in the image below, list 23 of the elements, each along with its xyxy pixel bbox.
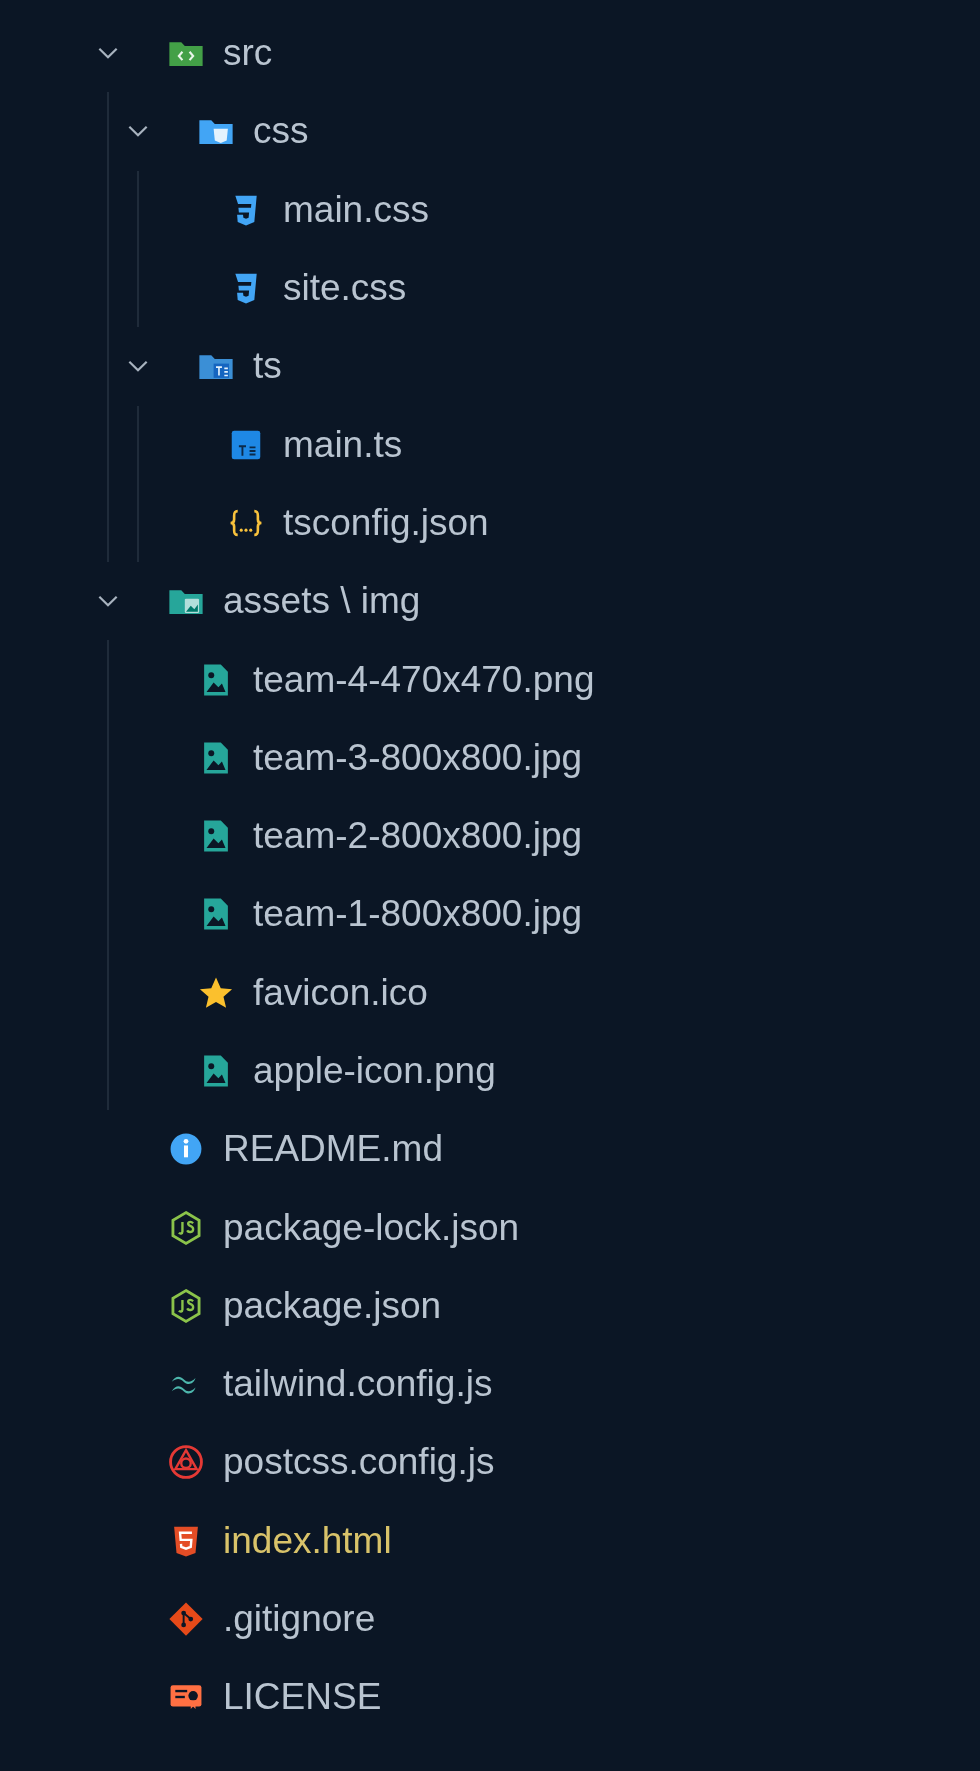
file-name[interactable]: README.md (223, 1128, 443, 1171)
file-name[interactable]: site.css (283, 267, 407, 310)
file-name[interactable]: team-4-470x470.png (253, 658, 595, 701)
file-name[interactable]: favicon.ico (253, 971, 428, 1014)
file-name[interactable]: main.ts (283, 423, 403, 466)
folder-name[interactable]: assets \ img (223, 580, 421, 623)
folder-name[interactable]: src (223, 32, 273, 75)
file-name[interactable]: apple-icon.png (253, 1050, 496, 1092)
file-name[interactable]: package-lock.json (223, 1206, 520, 1249)
file-name[interactable]: postcss.config.js (223, 1441, 495, 1484)
file-name[interactable]: LICENSE (223, 1676, 382, 1719)
folder-name[interactable]: css (253, 110, 309, 153)
file-name[interactable]: tailwind.config.js (223, 1363, 493, 1406)
file-name[interactable]: package.json (223, 1284, 442, 1327)
file-name[interactable]: .gitignore (223, 1598, 376, 1641)
file-name[interactable]: index.html (223, 1519, 392, 1562)
file-name[interactable]: main.css (283, 188, 429, 231)
file-name[interactable]: team-2-800x800.jpg (253, 815, 583, 858)
folder-name[interactable]: ts (253, 345, 282, 388)
file-name[interactable]: team-1-800x800.jpg (253, 893, 583, 936)
file-name[interactable]: tsconfig.json (283, 501, 489, 544)
circle-icon (167, 1443, 205, 1482)
file-name[interactable]: team-3-800x800.jpg (253, 736, 583, 779)
